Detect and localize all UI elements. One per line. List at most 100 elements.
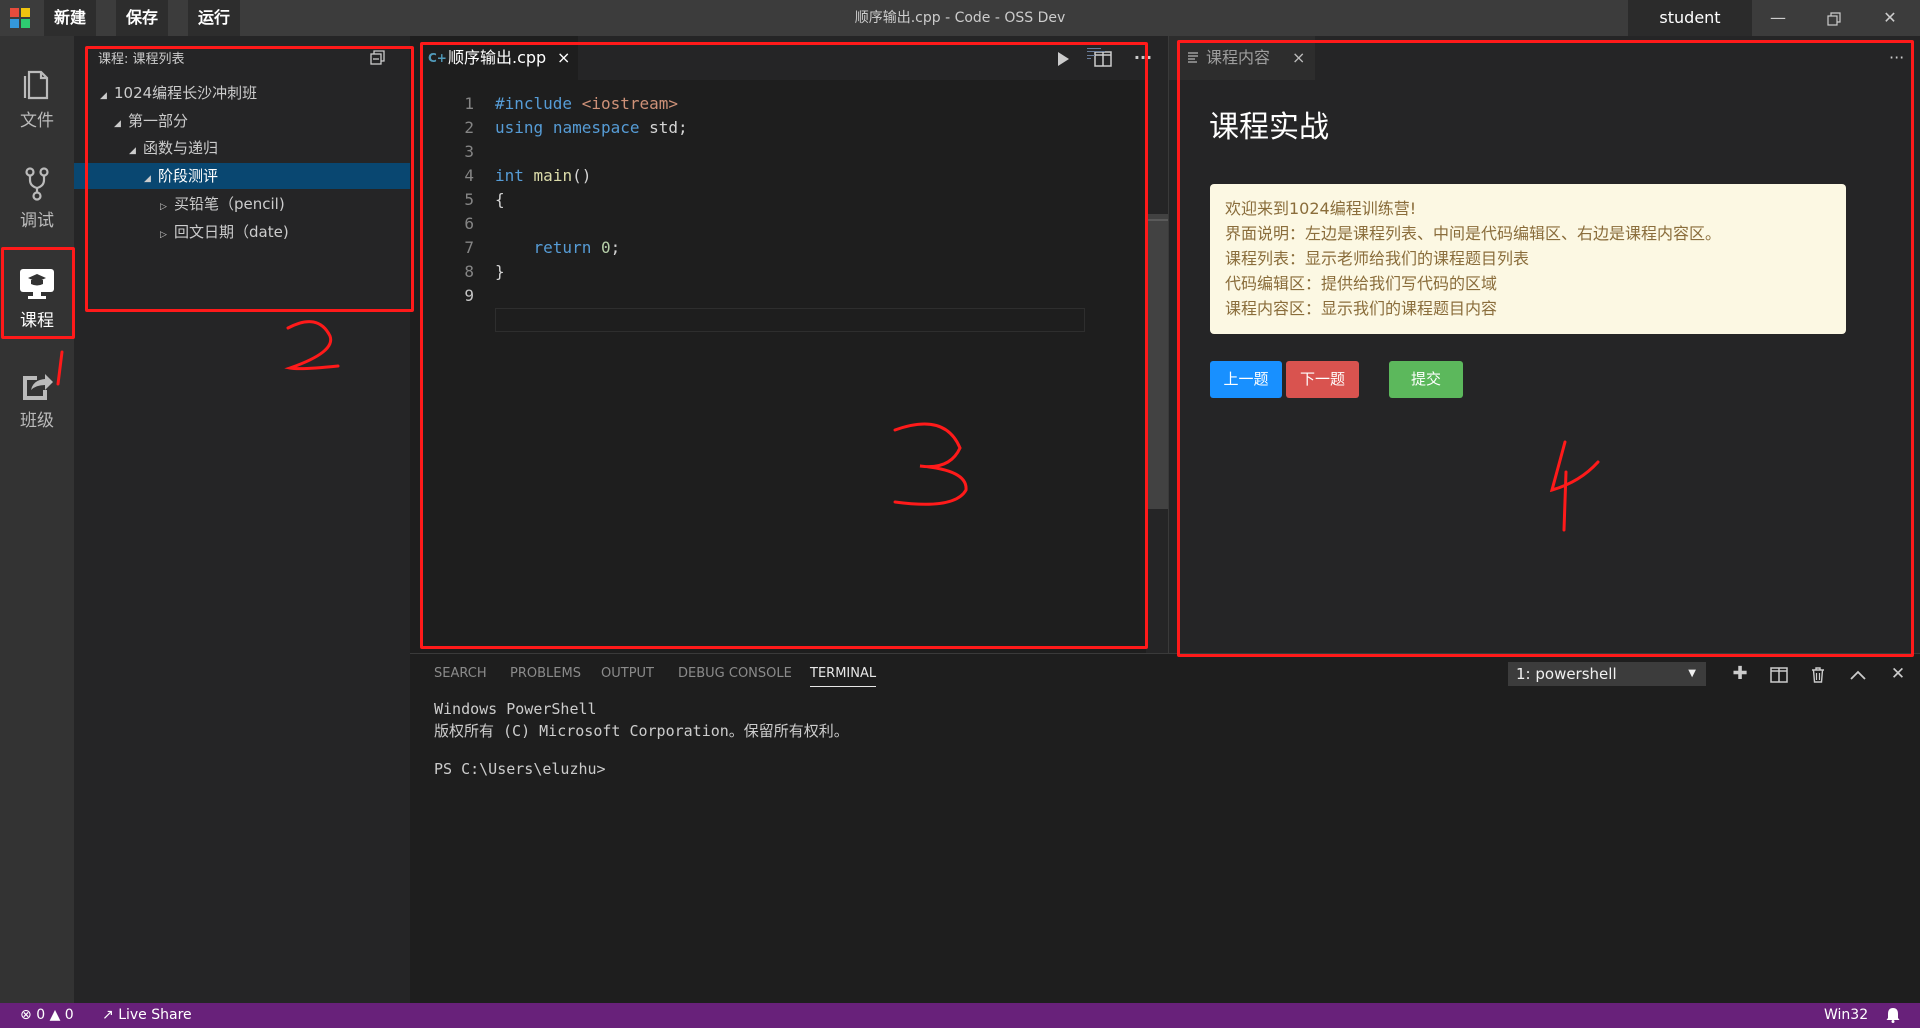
- collapse-all-icon[interactable]: [370, 49, 386, 65]
- ide-window: 新建 保存 运行 顺序输出.cpp - Code - OSS Dev stude…: [0, 0, 1920, 1028]
- terminal-select[interactable]: 1: powershell ▼: [1508, 662, 1706, 686]
- app-logo-icon: [10, 8, 30, 28]
- collapsed-triangle-icon: ▷: [160, 202, 167, 212]
- current-line-highlight: [495, 308, 1085, 332]
- code-text: }: [495, 262, 505, 281]
- tab-problems[interactable]: PROBLEMS: [510, 666, 581, 681]
- terminal-line: 版权所有 (C) Microsoft Corporation。保留所有权利。: [434, 722, 849, 740]
- close-panel-icon[interactable]: ✕: [1884, 662, 1912, 686]
- activity-course[interactable]: 课程: [0, 256, 74, 348]
- line-number: 1: [464, 94, 474, 113]
- line-number: 7: [464, 238, 474, 257]
- tree-item-problem-date[interactable]: ▷ 回文日期（date): [74, 219, 410, 245]
- tab-output[interactable]: OUTPUT: [601, 666, 654, 681]
- line-number: 9: [464, 286, 474, 305]
- code-line[interactable]: 5{: [410, 188, 1090, 212]
- maximize-panel-icon[interactable]: [1844, 662, 1872, 686]
- live-share-label: Live Share: [118, 1007, 192, 1023]
- activity-bar: 文件 调试 课程 班级: [0, 36, 74, 1003]
- next-problem-button[interactable]: 下一题: [1286, 361, 1359, 398]
- trash-icon[interactable]: [1804, 662, 1832, 686]
- class-share-icon: [23, 374, 53, 400]
- tab-debug-console[interactable]: DEBUG CONSOLE: [678, 666, 792, 681]
- code-line[interactable]: 2 using namespace std;: [410, 116, 1090, 140]
- tab-course-content[interactable]: 课程内容 ×: [1169, 36, 1315, 80]
- new-terminal-icon[interactable]: ✚: [1726, 662, 1754, 686]
- tab-label: 课程内容: [1206, 48, 1271, 67]
- bell-icon[interactable]: [1886, 1003, 1900, 1028]
- code-line[interactable]: 8}: [410, 260, 1090, 284]
- code-line[interactable]: 4 int main(): [410, 164, 1090, 188]
- restore-icon[interactable]: [1806, 0, 1862, 36]
- tab-terminal[interactable]: TERMINAL: [810, 666, 877, 687]
- code-line[interactable]: 7 return 0;: [410, 236, 1090, 260]
- submit-button[interactable]: 提交: [1389, 361, 1463, 398]
- title-bar: 新建 保存 运行 顺序输出.cpp - Code - OSS Dev stude…: [0, 0, 1920, 36]
- menu-new-button[interactable]: 新建: [44, 0, 97, 36]
- more-actions-icon[interactable]: ···: [1889, 36, 1904, 80]
- tree-item-assessment[interactable]: ◢ 阶段测评: [74, 163, 410, 189]
- tree-item-course[interactable]: ◢ 1024编程长沙冲刺班: [74, 80, 410, 106]
- menu-save-button[interactable]: 保存: [116, 0, 169, 36]
- notice-line: 代码编辑区：提供给我们写代码的区域: [1225, 274, 1498, 293]
- expanded-triangle-icon: ◢: [100, 91, 107, 101]
- tree-item-label: 回文日期（date): [174, 223, 289, 241]
- activity-file[interactable]: 文件: [0, 56, 74, 148]
- code-text: int main(): [495, 166, 592, 185]
- terminal-prompt[interactable]: PS C:\Users\eluzhu>: [434, 760, 606, 778]
- tree-item-label: 第一部分: [128, 112, 189, 130]
- code-line[interactable]: 3: [410, 140, 1090, 164]
- code-line[interactable]: 6: [410, 212, 1090, 236]
- code-text: {: [495, 190, 505, 209]
- line-number: 8: [464, 262, 474, 281]
- tab-source-file[interactable]: C+ 顺序输出.cpp ×: [410, 36, 578, 80]
- error-icon: ⊗: [20, 1007, 32, 1023]
- code-line[interactable]: 9: [410, 284, 1090, 308]
- menu-run-button[interactable]: 运行: [188, 0, 241, 36]
- status-bar: ⊗ 0 ▲ 0 ↗ Live Share Win32: [0, 1003, 1920, 1028]
- sidebar-title: 课程: 课程列表: [98, 52, 185, 67]
- tree-item-label: 1024编程长沙冲刺班: [114, 84, 258, 102]
- notice-line: 界面说明：左边是课程列表、中间是代码编辑区、右边是课程内容区。: [1225, 224, 1722, 243]
- minimize-icon[interactable]: —: [1750, 0, 1806, 36]
- live-share-status[interactable]: ↗ Live Share: [102, 1003, 192, 1028]
- expanded-triangle-icon: ◢: [129, 146, 136, 156]
- minimap[interactable]: [1086, 46, 1110, 60]
- code-text: using namespace std;: [495, 118, 688, 137]
- run-icon[interactable]: [1050, 46, 1076, 70]
- split-terminal-icon[interactable]: [1765, 662, 1793, 686]
- code-area[interactable]: 1 #include <iostream> 2 using namespace std…: [410, 80, 1168, 653]
- error-count: 0: [36, 1007, 46, 1023]
- tab-search[interactable]: SEARCH: [434, 666, 487, 681]
- code-text: return 0;: [533, 238, 621, 257]
- previous-problem-button[interactable]: 上一题: [1210, 361, 1282, 398]
- cpp-file-icon: C+: [428, 51, 447, 65]
- tree-item-chapter[interactable]: ◢ 函数与递归: [74, 135, 410, 161]
- code-text: #include <iostream>: [495, 94, 679, 113]
- tree-item-part[interactable]: ◢ 第一部分: [74, 108, 410, 134]
- problems-status[interactable]: ⊗ 0 ▲ 0: [20, 1003, 74, 1028]
- notice-line: 课程列表：显示老师给我们的课程题目列表: [1225, 249, 1530, 268]
- code-editor: C+ 顺序输出.cpp × ··· 1 #include <iostream> 2 u…: [410, 36, 1168, 653]
- close-window-icon[interactable]: ✕: [1862, 0, 1918, 36]
- code-line[interactable]: 1 #include <iostream>: [410, 92, 1090, 116]
- tree-item-label: 阶段测评: [158, 167, 219, 185]
- tree-item-label: 买铅笔（pencil): [174, 195, 285, 213]
- platform-status[interactable]: Win32: [1824, 1003, 1868, 1028]
- editor-scrollbar-thumb[interactable]: [1146, 214, 1168, 509]
- scrollbar-cursor-marker: [1146, 219, 1168, 221]
- tree-item-problem-pencil[interactable]: ▷ 买铅笔（pencil): [74, 191, 410, 217]
- live-share-icon: ↗: [102, 1007, 114, 1023]
- activity-course-label: 课程: [20, 311, 54, 331]
- activity-debug-label: 调试: [20, 211, 54, 231]
- activity-debug[interactable]: 调试: [0, 156, 74, 248]
- warning-icon: ▲: [49, 1007, 61, 1023]
- close-tab-icon[interactable]: ×: [1292, 36, 1305, 80]
- user-account-button[interactable]: student: [1628, 0, 1752, 36]
- more-actions-icon[interactable]: ···: [1130, 46, 1156, 70]
- chevron-down-icon: ▼: [1688, 668, 1696, 679]
- preview-lines-icon: [1188, 52, 1198, 63]
- close-tab-icon[interactable]: ×: [557, 36, 570, 80]
- course-content-panel: 课程内容 × ··· 课程实战 欢迎来到1024编程训练营! 界面说明：左边是课…: [1168, 36, 1920, 653]
- activity-class[interactable]: 班级: [0, 356, 74, 448]
